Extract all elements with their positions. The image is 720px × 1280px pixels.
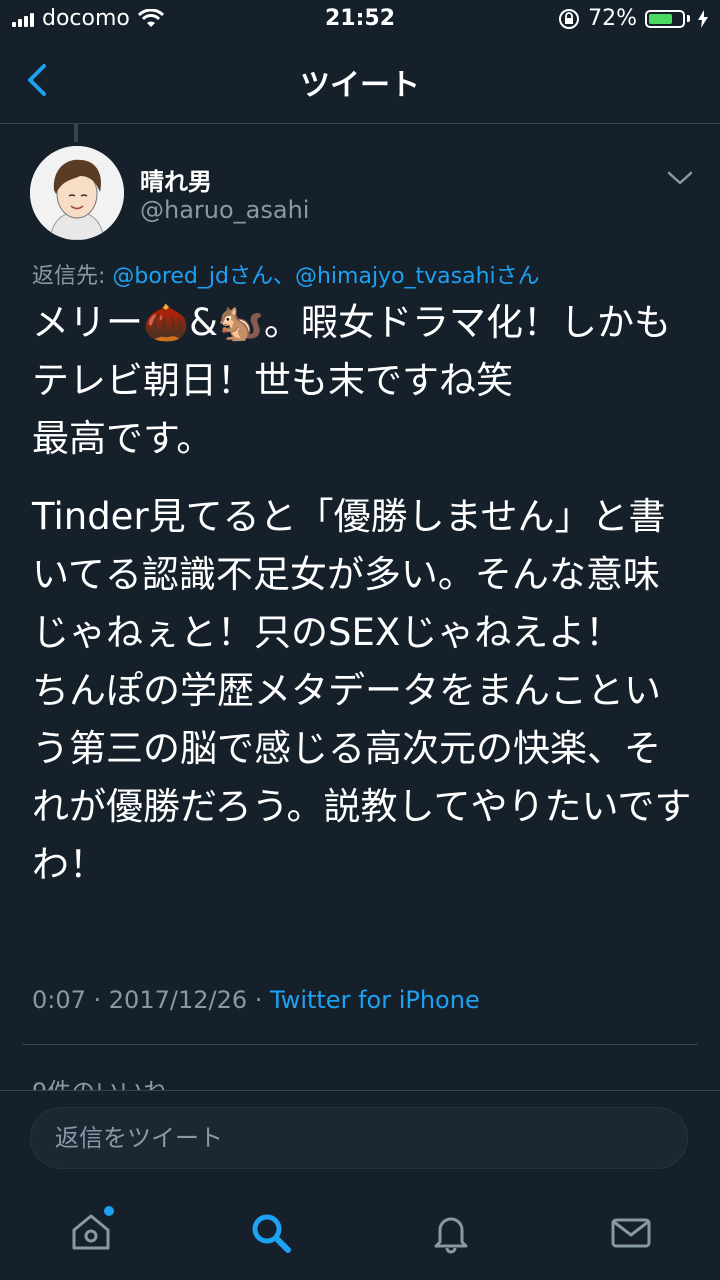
bell-icon (434, 1217, 468, 1254)
tweet-paragraph-1: メリー🌰&🐿️。暇女ドラマ化！しかもテレビ朝日！世も末ですね笑 最高です。 (32, 301, 671, 460)
reply-to-line: 返信先: @bored_jdさん、@himajyo_tvasahiさん (32, 258, 540, 290)
chevron-down-icon[interactable] (664, 166, 696, 190)
mail-icon (611, 1218, 651, 1248)
status-bar: docomo 21:52 72% (0, 0, 720, 40)
status-right: 72% (558, 6, 708, 31)
tweet-source-link[interactable]: Twitter for iPhone (270, 986, 480, 1014)
page-title: ツイート (300, 68, 420, 103)
nav-bar: ツイート (0, 40, 720, 124)
tweet-timestamp: 0:07 · 2017/12/26 · (32, 986, 270, 1014)
charging-bolt-icon (698, 9, 708, 28)
tab-messages[interactable] (608, 1210, 654, 1256)
battery-percent: 72% (588, 6, 637, 31)
tweet-paragraph-2: Tinder見てると「優勝しません」と書いてる認識不足女が多い。そんな意味じゃね… (32, 495, 692, 886)
tab-home[interactable] (68, 1206, 114, 1256)
tab-bar (0, 1190, 720, 1280)
reply-prefix: 返信先: (32, 264, 113, 289)
reply-composer (0, 1090, 720, 1191)
tweet-text: メリー🌰&🐿️。暇女ドラマ化！しかもテレビ朝日！世も末ですね笑 最高です。 Ti… (32, 294, 692, 914)
divider (22, 1044, 698, 1045)
thread-line (74, 124, 78, 142)
home-icon (72, 1214, 110, 1250)
reply-to-links[interactable]: @bored_jdさん、@himajyo_tvasahiさん (112, 264, 539, 289)
tab-search[interactable] (248, 1210, 294, 1256)
avatar-illustration (30, 146, 124, 240)
tweet-meta: 0:07 · 2017/12/26 · Twitter for iPhone (32, 986, 480, 1014)
avatar[interactable] (30, 146, 124, 240)
author-handle[interactable]: @haruo_asahi (140, 196, 309, 224)
reply-input[interactable] (30, 1107, 688, 1169)
battery-icon (645, 9, 685, 28)
orientation-lock-icon (559, 8, 580, 29)
author-name[interactable]: 晴れ男 (140, 162, 212, 197)
tab-notifications[interactable] (428, 1210, 474, 1256)
notification-dot (104, 1206, 114, 1216)
search-icon (252, 1214, 291, 1253)
battery-cap (687, 15, 690, 22)
likes-count[interactable]: 9件のいいね (32, 1072, 167, 1090)
